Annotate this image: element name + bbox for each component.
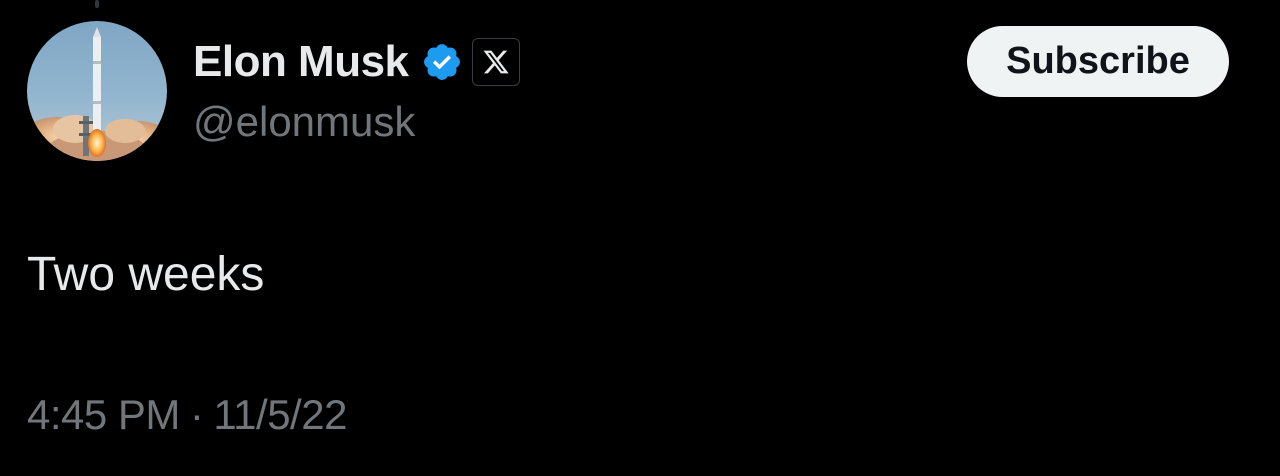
- tweet-card: Elon Musk @elonmusk Subscribe Two weeks …: [0, 0, 1280, 476]
- affiliate-badge[interactable]: [471, 38, 520, 86]
- tweet-date: 11/5/22: [213, 391, 347, 438]
- timestamp-separator: ·: [189, 391, 204, 438]
- x-logo-icon: [482, 50, 509, 74]
- tweet-time: 4:45 PM: [27, 391, 180, 438]
- avatar[interactable]: [27, 21, 167, 161]
- thread-connector-line: [95, 0, 99, 8]
- tweet-timestamp[interactable]: 4:45 PM · 11/5/22: [27, 389, 347, 441]
- author-display-name[interactable]: Elon Musk: [193, 36, 409, 88]
- verified-badge-icon[interactable]: [421, 41, 463, 83]
- subscribe-button[interactable]: Subscribe: [967, 26, 1229, 97]
- author-handle[interactable]: @elonmusk: [193, 98, 415, 146]
- author-name-row: Elon Musk: [193, 36, 520, 88]
- rocket-launch-avatar-image: [27, 27, 167, 161]
- tweet-text: Two weeks: [27, 248, 265, 301]
